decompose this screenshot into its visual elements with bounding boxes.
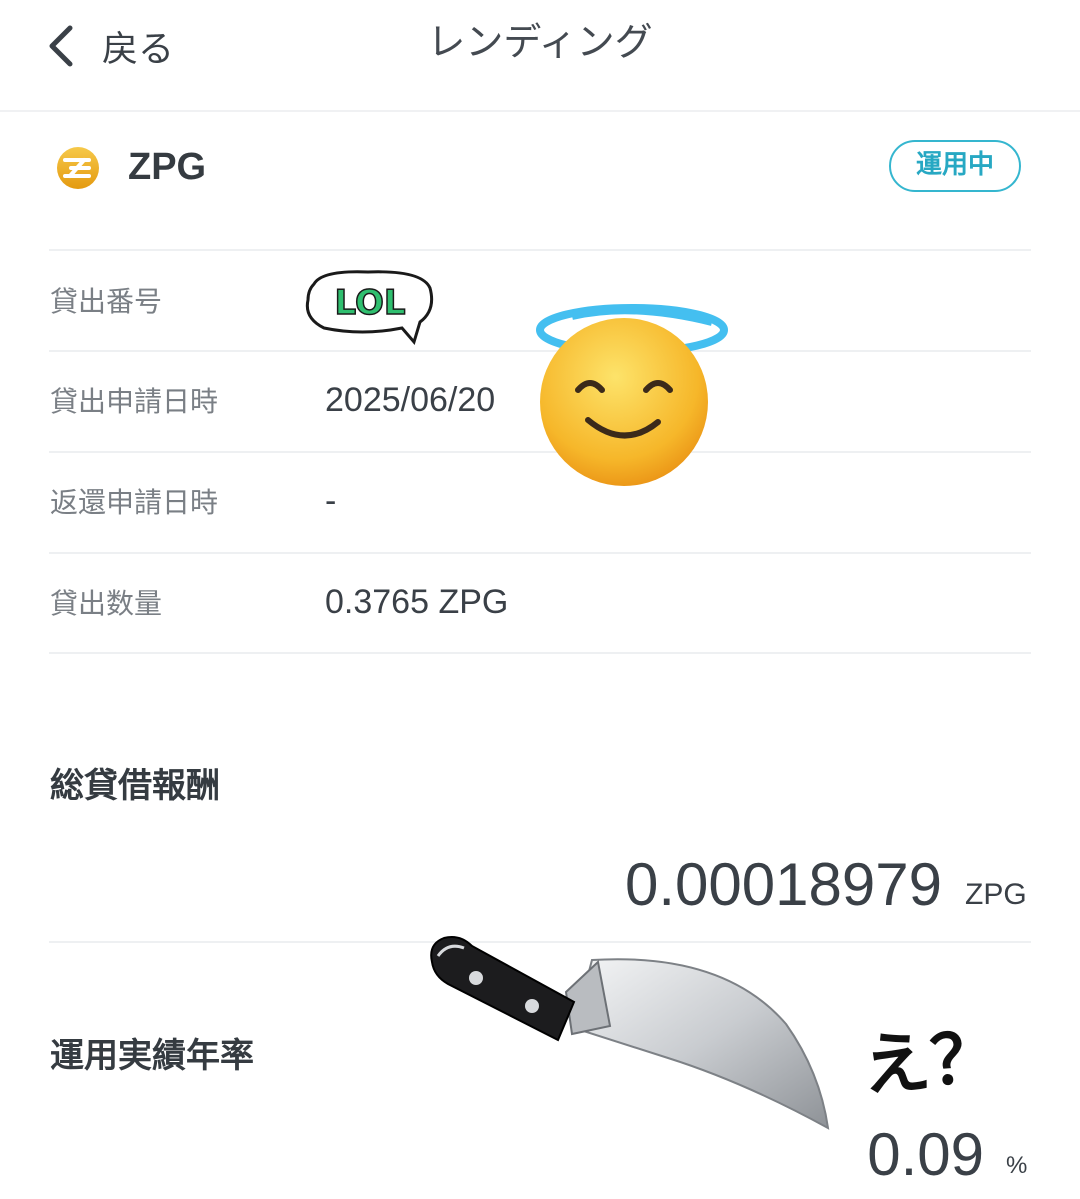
handwritten-sticker: え？ bbox=[859, 1017, 1002, 1107]
app-header: 戻る レンディング bbox=[0, 0, 1080, 112]
page-title: レンディング bbox=[427, 20, 653, 64]
status-badge: 運用中 bbox=[889, 140, 1021, 192]
loan-number-label: 貸出番号 bbox=[50, 285, 163, 318]
loan-request-date-value: 2025/06/20 bbox=[325, 381, 496, 419]
divider bbox=[49, 249, 1031, 251]
lol-sticker: LOL bbox=[305, 270, 434, 346]
total-reward-unit: ZPG bbox=[965, 878, 1027, 911]
total-reward-title: 総貸借報酬 bbox=[50, 766, 220, 806]
return-request-date-label: 返還申請日時 bbox=[50, 486, 219, 519]
halo-smile-emoji-icon bbox=[536, 304, 728, 486]
total-reward-value: 0.00018979 bbox=[625, 851, 942, 918]
annual-rate-unit: % bbox=[1006, 1152, 1028, 1179]
kitchen-knife-icon bbox=[430, 936, 830, 1130]
loan-amount-value: 0.3765 ZPG bbox=[325, 583, 509, 621]
annual-rate-value: 0.09 bbox=[867, 1121, 984, 1188]
return-request-date-value: - bbox=[325, 482, 337, 520]
loan-request-date-label: 貸出申請日時 bbox=[50, 385, 219, 418]
divider bbox=[49, 652, 1031, 654]
coin-row: ZPG 運用中 bbox=[56, 140, 1026, 200]
divider bbox=[49, 552, 1031, 554]
annual-rate-title: 運用実績年率 bbox=[50, 1036, 254, 1076]
coin-name: ZPG bbox=[128, 146, 207, 188]
zpg-coin-icon bbox=[57, 147, 99, 189]
loan-amount-label: 貸出数量 bbox=[50, 587, 163, 620]
lol-text: LOL bbox=[334, 283, 405, 323]
